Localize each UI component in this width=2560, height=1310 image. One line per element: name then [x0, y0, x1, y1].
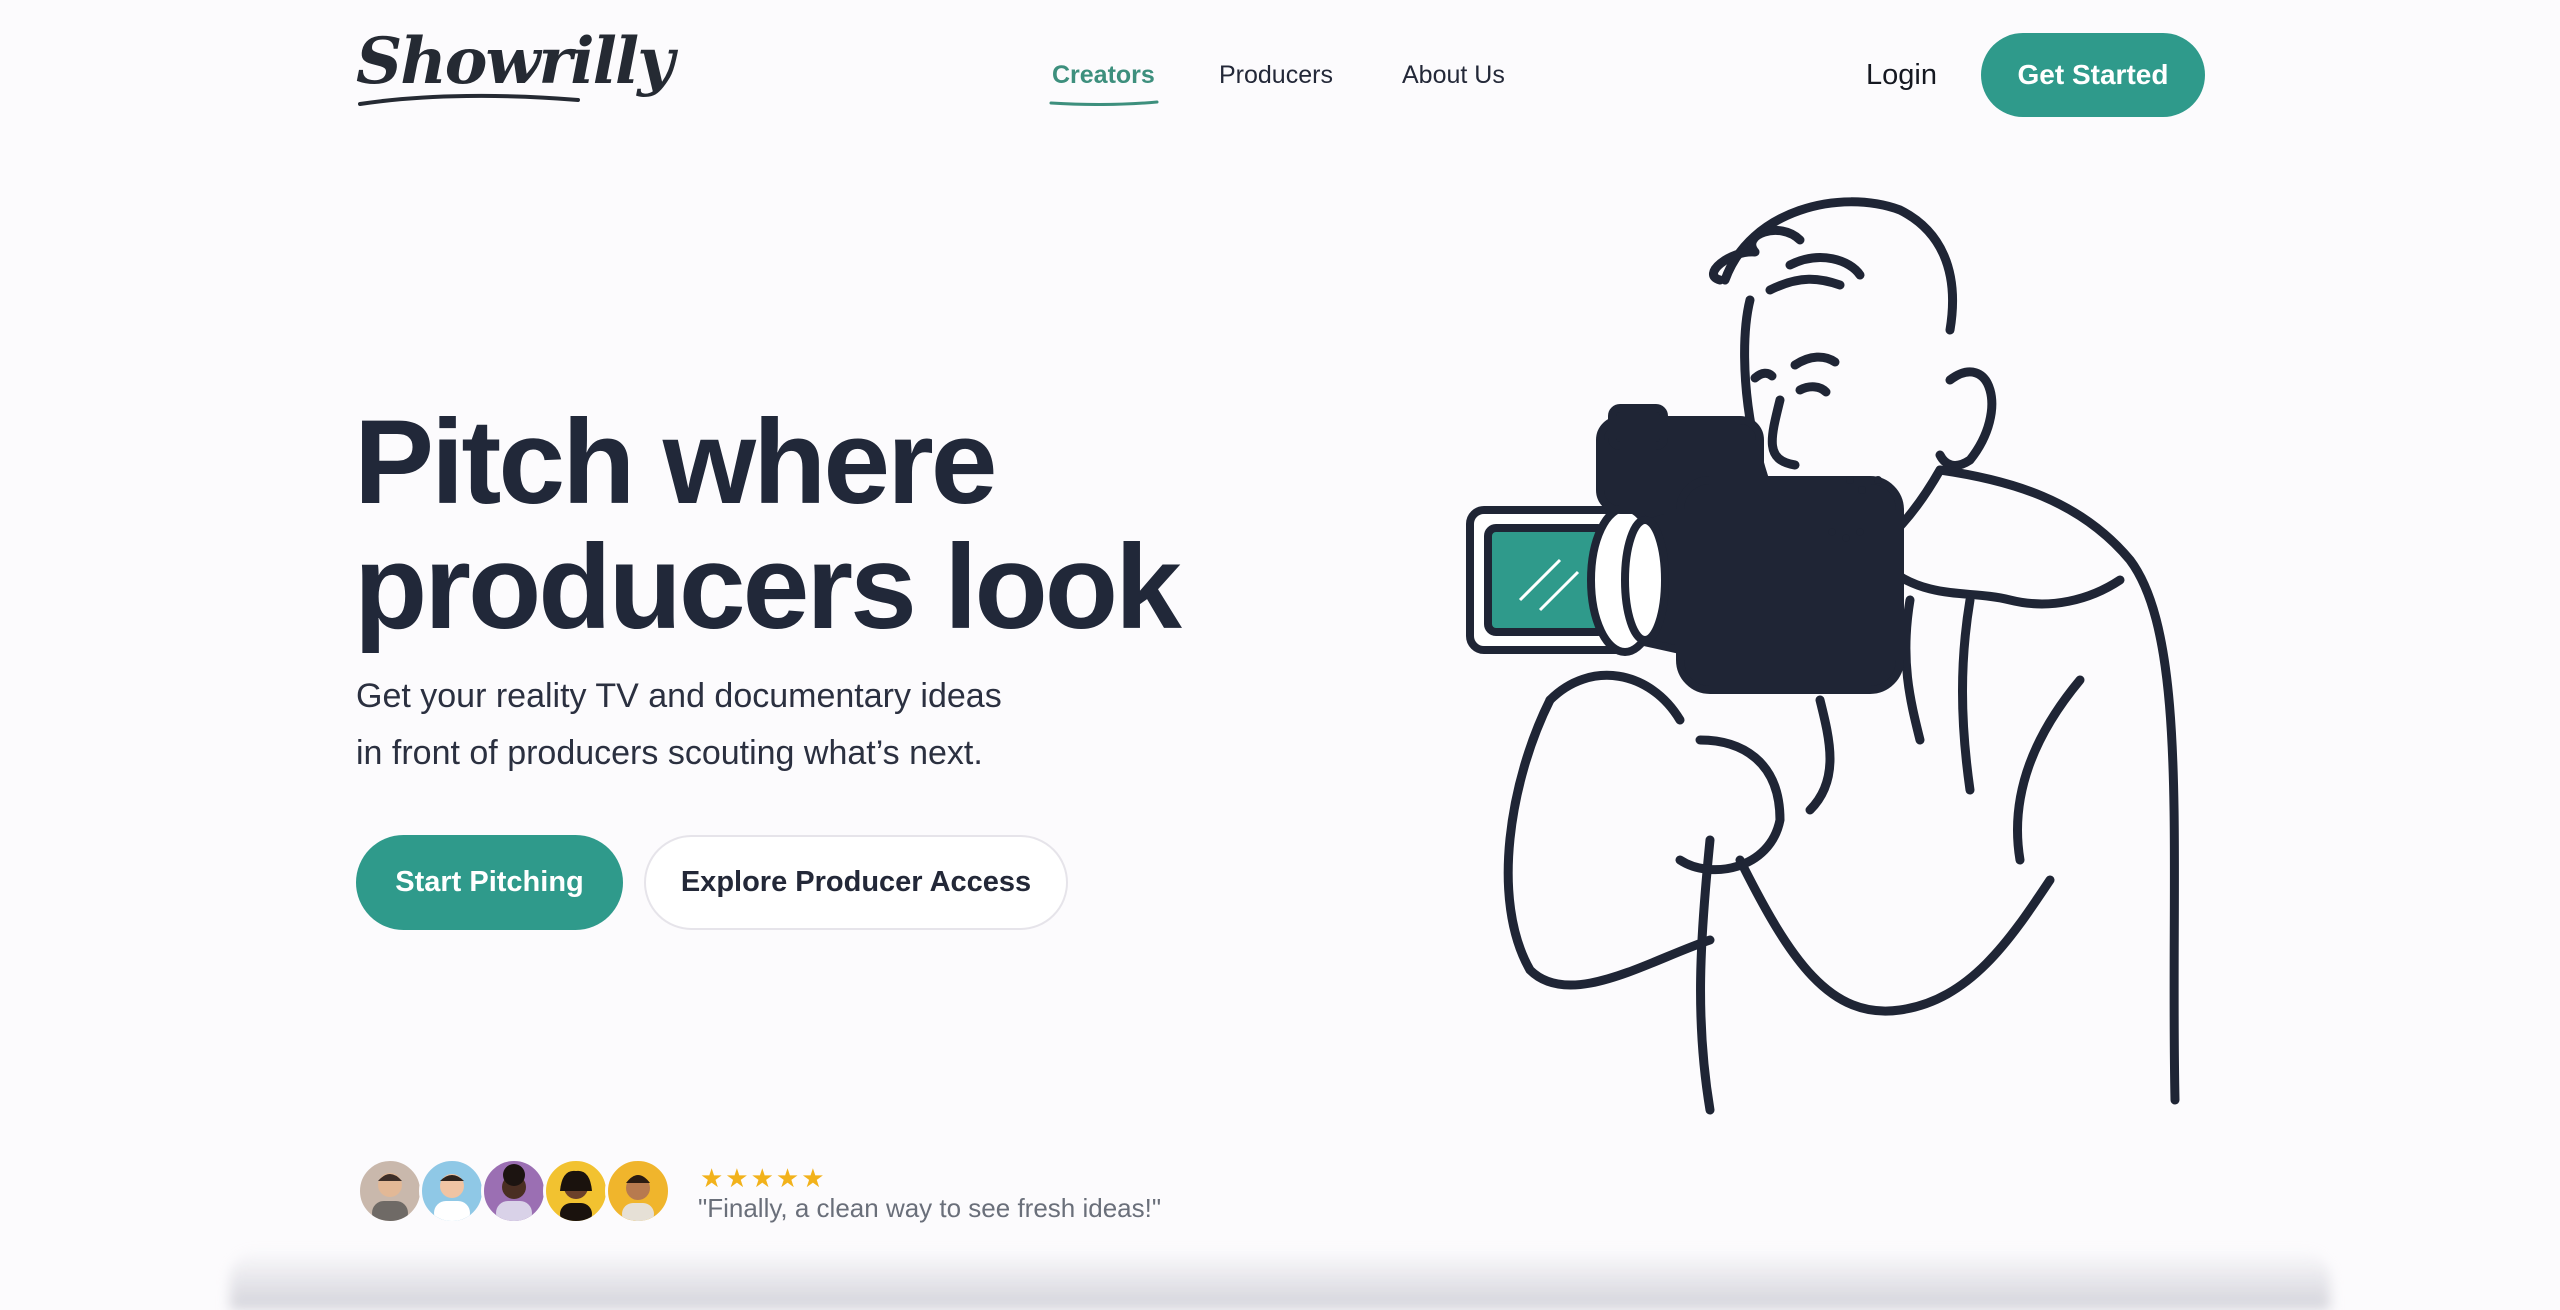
- hero-headline-line2: producers look: [354, 520, 1182, 654]
- start-pitching-button[interactable]: Start Pitching: [356, 835, 623, 930]
- nav-active-underline: [1049, 100, 1159, 106]
- camera-operator-illustration: [1466, 197, 2180, 1115]
- hero-headline-line1: Pitch where: [354, 395, 998, 529]
- avatar: [543, 1158, 609, 1224]
- nav-producers[interactable]: Producers: [1219, 60, 1333, 90]
- testimonial-quote: "Finally, a clean way to see fresh ideas…: [698, 1193, 1162, 1223]
- bottom-shadow: [230, 1250, 2330, 1310]
- get-started-button[interactable]: Get Started: [1981, 33, 2205, 117]
- hero-subline-line2: in front of producers scouting what’s ne…: [356, 734, 983, 772]
- brand-logo[interactable]: Showrilly: [356, 30, 674, 94]
- star-rating: ★★★★★: [700, 1163, 827, 1193]
- hero-subline-line1: Get your reality TV and documentary idea…: [356, 677, 1002, 715]
- hero-headline: Pitch where producers look: [354, 400, 1182, 650]
- nav-creators[interactable]: Creators: [1052, 60, 1155, 90]
- login-link[interactable]: Login: [1866, 58, 1937, 92]
- hero-subline: Get your reality TV and documentary idea…: [356, 668, 1116, 782]
- avatar: [419, 1158, 485, 1224]
- explore-producer-access-button[interactable]: Explore Producer Access: [644, 835, 1068, 930]
- nav-about-us[interactable]: About Us: [1402, 60, 1505, 90]
- avatar: [357, 1158, 423, 1224]
- logo-swoosh-icon: [358, 93, 580, 106]
- avatar: [481, 1158, 547, 1224]
- avatar: [605, 1158, 671, 1224]
